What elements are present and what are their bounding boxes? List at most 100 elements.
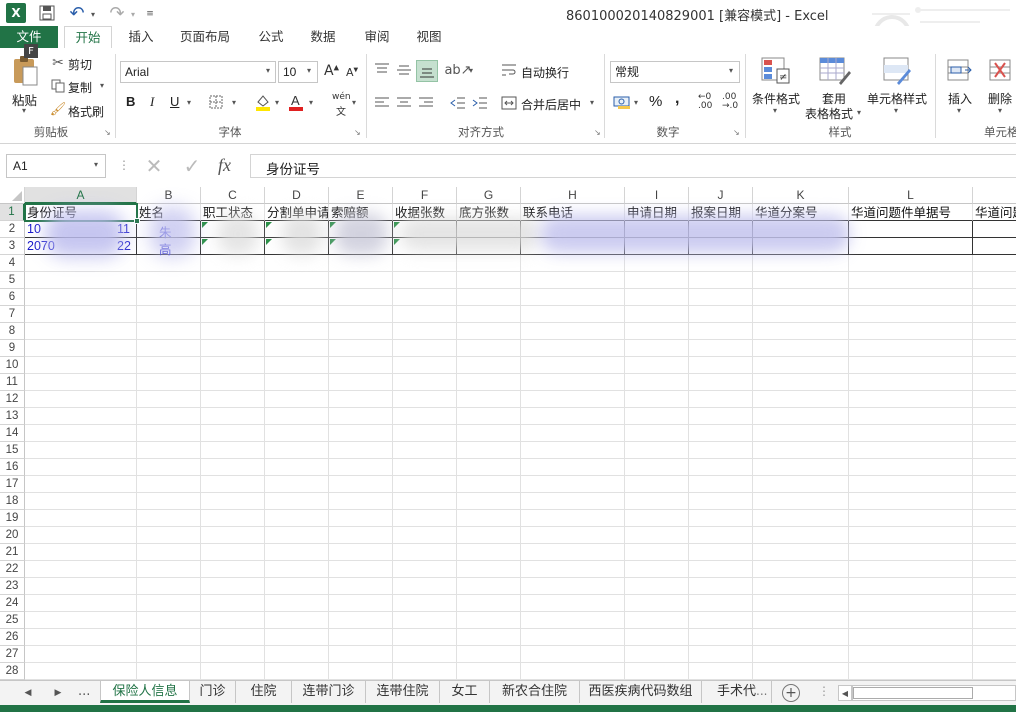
cell[interactable]	[25, 357, 137, 374]
accounting-format-icon[interactable]	[612, 92, 632, 112]
tab-splitter-icon[interactable]: ⋮	[818, 684, 830, 698]
cell[interactable]	[457, 289, 521, 306]
cell[interactable]	[457, 510, 521, 527]
cell[interactable]	[329, 544, 393, 561]
row-header[interactable]: 18	[0, 493, 25, 510]
cell[interactable]	[137, 323, 201, 340]
cell[interactable]	[329, 561, 393, 578]
align-center-icon[interactable]	[394, 94, 414, 112]
cell[interactable]	[393, 272, 457, 289]
cell[interactable]	[625, 323, 689, 340]
fill-color-icon[interactable]	[254, 92, 272, 112]
cell[interactable]	[265, 425, 329, 442]
cell[interactable]	[753, 323, 849, 340]
row-header[interactable]: 24	[0, 595, 25, 612]
cell[interactable]	[137, 578, 201, 595]
cell[interactable]	[265, 561, 329, 578]
font-color-dropdown-icon[interactable]: ▾	[309, 98, 313, 107]
cell[interactable]	[25, 578, 137, 595]
cell[interactable]	[329, 442, 393, 459]
row-header[interactable]: 20	[0, 527, 25, 544]
cell[interactable]	[521, 425, 625, 442]
grow-font-icon[interactable]: A▲	[324, 63, 339, 79]
cell[interactable]	[849, 442, 973, 459]
cell[interactable]	[753, 289, 849, 306]
cell[interactable]	[457, 612, 521, 629]
fill-handle[interactable]	[134, 218, 140, 224]
percent-button[interactable]: %	[649, 93, 662, 110]
cell[interactable]	[521, 442, 625, 459]
cell[interactable]	[849, 646, 973, 663]
cell[interactable]	[521, 629, 625, 646]
cell[interactable]	[329, 255, 393, 272]
cell[interactable]	[265, 255, 329, 272]
cell[interactable]	[457, 340, 521, 357]
bold-button[interactable]: B	[126, 94, 135, 109]
cell[interactable]	[753, 374, 849, 391]
cell[interactable]	[201, 374, 265, 391]
cell[interactable]	[849, 493, 973, 510]
cell[interactable]	[753, 476, 849, 493]
cell[interactable]	[753, 255, 849, 272]
cell[interactable]	[265, 391, 329, 408]
paste-dropdown-icon[interactable]: ▾	[22, 106, 26, 115]
cell[interactable]	[329, 510, 393, 527]
sheet-tab[interactable]: 连带住院	[366, 681, 440, 703]
column-header-B[interactable]: B	[137, 187, 201, 204]
phonetic-dropdown-icon[interactable]: ▾	[352, 98, 356, 107]
cell[interactable]	[689, 323, 753, 340]
cell[interactable]	[265, 357, 329, 374]
cell[interactable]	[689, 408, 753, 425]
cell[interactable]	[625, 255, 689, 272]
row-header[interactable]: 22	[0, 561, 25, 578]
cell[interactable]	[201, 544, 265, 561]
cell[interactable]	[25, 629, 137, 646]
cell[interactable]	[689, 289, 753, 306]
cell[interactable]	[25, 493, 137, 510]
cell[interactable]	[201, 459, 265, 476]
cell[interactable]	[973, 510, 1016, 527]
borders-icon[interactable]	[208, 94, 224, 110]
cell[interactable]	[753, 442, 849, 459]
cell[interactable]	[329, 408, 393, 425]
underline-button[interactable]: U	[170, 94, 179, 109]
cell[interactable]	[201, 323, 265, 340]
cell[interactable]	[689, 527, 753, 544]
cell[interactable]	[849, 221, 973, 238]
cell[interactable]	[689, 306, 753, 323]
cell[interactable]	[753, 357, 849, 374]
cell[interactable]	[753, 629, 849, 646]
cell[interactable]	[689, 612, 753, 629]
row-header[interactable]: 27	[0, 646, 25, 663]
cell[interactable]	[137, 408, 201, 425]
cell[interactable]	[849, 544, 973, 561]
column-header-D[interactable]: D	[265, 187, 329, 204]
row-header[interactable]: 11	[0, 374, 25, 391]
row-header[interactable]: 9	[0, 340, 25, 357]
tab-overflow-dots[interactable]: ...	[756, 684, 768, 698]
cell[interactable]	[521, 391, 625, 408]
cell[interactable]	[265, 442, 329, 459]
cell[interactable]	[521, 663, 625, 680]
row-header[interactable]: 3	[0, 238, 25, 255]
column-header-next[interactable]	[973, 187, 1016, 204]
cell[interactable]	[265, 323, 329, 340]
tab-insert[interactable]: 插入	[118, 26, 164, 48]
column-header-L[interactable]: L	[849, 187, 973, 204]
cell[interactable]	[521, 510, 625, 527]
cell[interactable]	[25, 527, 137, 544]
cut-icon[interactable]: ✂	[50, 55, 66, 71]
clipboard-launcher-icon[interactable]: ↘	[104, 128, 111, 137]
cell[interactable]	[265, 663, 329, 680]
cell[interactable]	[753, 561, 849, 578]
cell[interactable]	[625, 459, 689, 476]
cell[interactable]	[329, 357, 393, 374]
insert-function-button[interactable]: fx	[218, 155, 231, 176]
cell[interactable]	[329, 391, 393, 408]
cell[interactable]	[457, 374, 521, 391]
cell[interactable]	[973, 629, 1016, 646]
cell[interactable]	[625, 493, 689, 510]
cell[interactable]	[329, 595, 393, 612]
cell[interactable]	[393, 629, 457, 646]
cell[interactable]	[753, 612, 849, 629]
